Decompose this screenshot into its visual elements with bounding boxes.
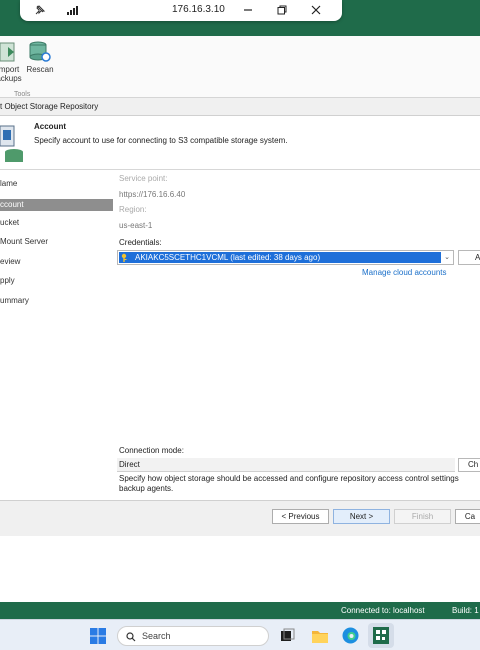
file-explorer-icon[interactable] <box>311 628 329 644</box>
windows-start-icon[interactable] <box>90 628 106 644</box>
wizard-step-title: Account <box>34 122 66 131</box>
step-name[interactable]: lame <box>0 176 113 196</box>
search-placeholder: Search <box>142 631 171 641</box>
windows-taskbar: Search <box>0 619 480 650</box>
rescan-icon <box>29 41 51 62</box>
wizard-steps-list: lame ccount ucket Mount Server eview ppl… <box>0 176 113 312</box>
connection-status: Connected to: localhost <box>341 606 425 615</box>
ribbon-toolbar: mport ackups Rescan Tools <box>0 36 480 98</box>
search-icon <box>126 632 136 642</box>
taskbar-search[interactable]: Search <box>117 626 269 646</box>
signal-strength-icon[interactable] <box>66 4 78 16</box>
credentials-value: AKIAKC5SCETHC1VCML (last edited: 38 days… <box>135 253 321 262</box>
minimize-icon[interactable] <box>242 4 254 16</box>
region-value: us-east-1 <box>119 221 153 230</box>
service-point-value: https://176.16.6.40 <box>119 190 186 199</box>
wizard-window-title: t Object Storage Repository <box>0 98 480 116</box>
status-bar: Connected to: localhost Build: 1 <box>0 602 480 619</box>
step-summary[interactable]: ummary <box>0 293 113 313</box>
import-backups-icon <box>0 42 15 62</box>
wizard-step-subtitle: Specify account to use for connecting to… <box>34 136 288 145</box>
add-credentials-button[interactable]: A <box>458 250 480 265</box>
service-point-label: Service point: <box>119 174 168 183</box>
step-apply[interactable]: pply <box>0 273 113 293</box>
credentials-selected-option[interactable]: AKIAKC5SCETHC1VCML (last edited: 38 days… <box>119 252 441 263</box>
content-area <box>0 536 480 602</box>
step-bucket[interactable]: ucket <box>0 215 113 235</box>
object-storage-icon <box>0 125 23 162</box>
manage-cloud-accounts-link[interactable]: Manage cloud accounts <box>362 268 447 277</box>
step-account[interactable]: ccount <box>0 198 113 211</box>
cancel-button[interactable]: Ca <box>455 509 480 524</box>
choose-connection-button[interactable]: Ch <box>458 458 480 472</box>
import-backups-button[interactable]: mport ackups <box>0 39 22 83</box>
backup-app-taskbar-icon[interactable] <box>373 627 389 644</box>
previous-button[interactable]: < Previous <box>272 509 329 524</box>
key-icon <box>121 253 127 262</box>
connection-mode-description: Specify how object storage should be acc… <box>119 474 459 493</box>
remote-ip-address: 176.16.3.10 <box>172 4 225 15</box>
remote-connection-bar: 176.16.3.10 <box>20 0 342 21</box>
finish-button[interactable]: Finish <box>394 509 451 524</box>
next-button[interactable]: Next > <box>333 509 390 524</box>
rescan-button[interactable]: Rescan <box>25 39 55 74</box>
credentials-label: Credentials: <box>119 238 162 247</box>
step-mount-server[interactable]: Mount Server <box>0 234 113 254</box>
unpin-icon[interactable] <box>34 4 46 16</box>
import-label-line2: ackups <box>0 74 22 83</box>
tools-group-label: Tools <box>14 91 31 98</box>
chevron-down-icon[interactable]: ⌄ <box>444 253 450 261</box>
step-review[interactable]: eview <box>0 254 113 274</box>
rescan-label: Rescan <box>26 65 54 74</box>
wizard-header: Account Specify account to use for conne… <box>0 116 480 170</box>
connection-mode-value: Direct <box>117 458 455 472</box>
build-number: Build: 1 <box>452 606 479 615</box>
connection-mode-label: Connection mode: <box>119 446 184 455</box>
region-label: Region: <box>119 205 147 214</box>
task-view-icon[interactable] <box>280 628 296 644</box>
close-icon[interactable] <box>310 4 322 16</box>
import-label-line1: mport <box>0 65 20 74</box>
restore-icon[interactable] <box>276 4 288 16</box>
edge-browser-icon[interactable] <box>342 627 359 644</box>
credentials-dropdown[interactable]: AKIAKC5SCETHC1VCML (last edited: 38 days… <box>117 250 454 265</box>
